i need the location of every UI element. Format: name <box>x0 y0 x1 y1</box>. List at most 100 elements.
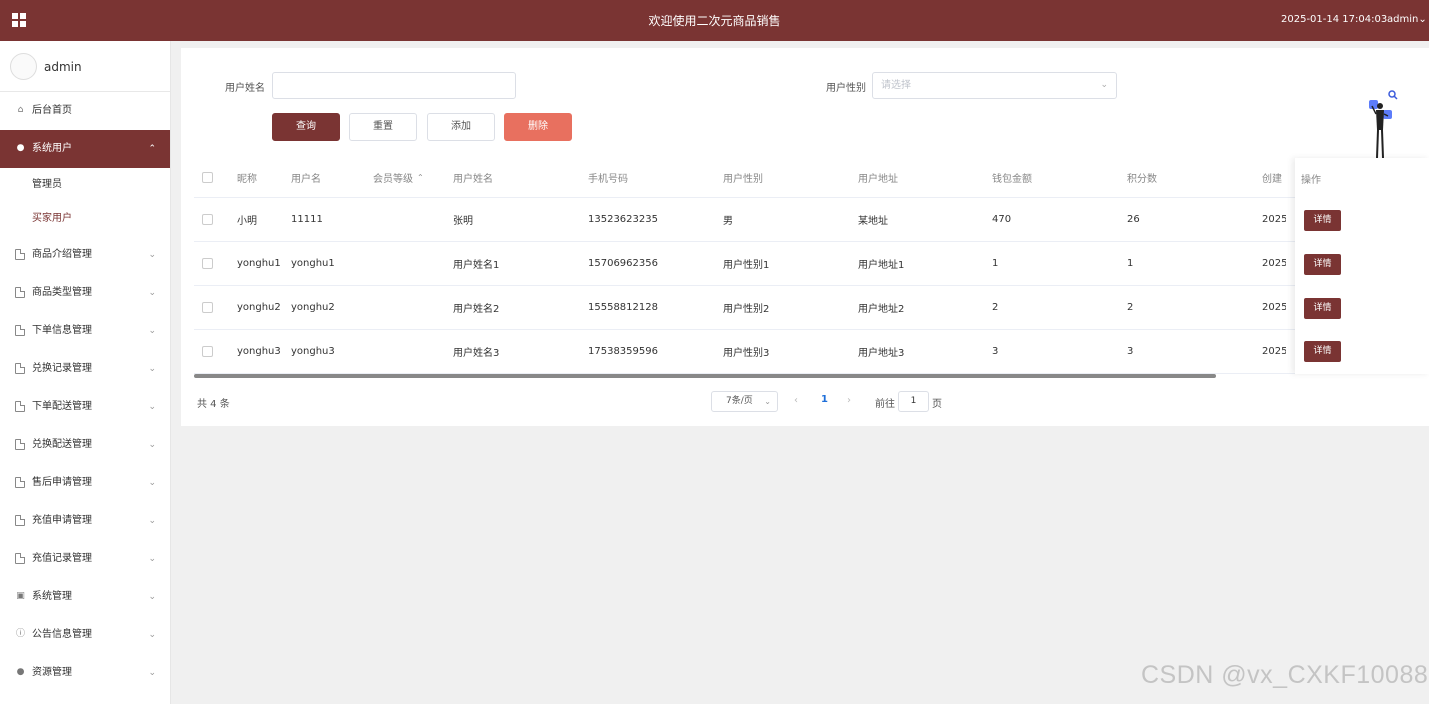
col-points: 积分数 <box>1127 174 1157 185</box>
name-search-label: 用户姓名 <box>225 83 265 94</box>
goto-suffix: 页 <box>932 399 942 410</box>
sidebar-profile: admin <box>0 41 170 92</box>
sidebar-item-label: 商品介绍管理 <box>32 249 92 260</box>
search-illustration-icon <box>1369 90 1398 159</box>
sidebar-item-order-delivery[interactable]: 下单配送管理 ⌄ <box>0 388 170 426</box>
row-checkbox[interactable] <box>202 242 213 285</box>
cell-address: 某地址 <box>858 216 888 227</box>
sidebar-item-home[interactable]: ⌂ 后台首页 <box>0 92 170 130</box>
col-username: 用户名 <box>291 174 321 185</box>
detail-button[interactable]: 详情 <box>1304 341 1341 362</box>
sidebar-subitem-buyer-users[interactable]: 买家用户 <box>0 202 170 236</box>
sidebar-item-system-users[interactable]: ● 系统用户 ⌃ <box>0 130 170 168</box>
cell-points: 1 <box>1127 258 1134 269</box>
reset-button[interactable]: 重置 <box>349 113 417 141</box>
chevron-down-icon: ⌄ <box>148 440 156 450</box>
cell-points: 2 <box>1127 302 1134 313</box>
chevron-down-icon: ⌄ <box>1100 80 1108 90</box>
chevron-down-icon: ⌄ <box>148 478 156 488</box>
delete-button[interactable]: 删除 <box>504 113 572 141</box>
table-row: yonghu3 yonghu3 用户姓名3 17538359596 用户性别3 … <box>194 330 1429 374</box>
user-name: admin <box>1387 14 1419 25</box>
row-checkbox[interactable] <box>202 330 213 373</box>
detail-button[interactable]: 详情 <box>1304 298 1341 319</box>
sidebar-item-exchange-record[interactable]: 兑换记录管理 ⌄ <box>0 350 170 388</box>
page-number[interactable]: 1 <box>821 394 828 405</box>
chevron-down-icon: ⌄ <box>148 364 156 374</box>
document-icon <box>15 325 25 336</box>
query-button[interactable]: 查询 <box>272 113 340 141</box>
cell-username: 11111 <box>291 214 323 225</box>
total-count: 共 4 条 <box>197 399 230 410</box>
cell-phone: 13523623235 <box>588 214 658 225</box>
sidebar-item-product-type[interactable]: 商品类型管理 ⌄ <box>0 274 170 312</box>
cell-nickname: yonghu1 <box>237 258 281 269</box>
cell-nickname: 小明 <box>237 216 257 227</box>
top-bar: 欢迎使用二次元商品销售 2025-01-14 17:04:03 admin⌄ <box>0 0 1429 41</box>
page-size-value: 7条/页 <box>726 396 753 406</box>
name-search-input[interactable] <box>272 72 516 99</box>
cell-created: 2025 <box>1262 214 1286 225</box>
chevron-down-icon: ⌄ <box>148 250 156 260</box>
document-icon <box>15 515 25 526</box>
cell-username: yonghu1 <box>291 258 335 269</box>
row-checkbox[interactable] <box>202 198 213 241</box>
info-icon: ⓘ <box>15 629 25 639</box>
document-icon <box>15 439 25 450</box>
col-phone: 手机号码 <box>588 174 628 185</box>
sidebar-item-recharge-record[interactable]: 充值记录管理 ⌄ <box>0 540 170 578</box>
sidebar-item-announcements[interactable]: ⓘ 公告信息管理 ⌄ <box>0 616 170 654</box>
next-page-icon[interactable]: › <box>847 395 851 406</box>
select-all-checkbox[interactable] <box>202 158 213 197</box>
detail-button[interactable]: 详情 <box>1304 254 1341 275</box>
sidebar-item-label: 公告信息管理 <box>32 629 92 640</box>
user-icon: ● <box>16 143 25 153</box>
row-checkbox[interactable] <box>202 286 213 329</box>
add-button[interactable]: 添加 <box>427 113 495 141</box>
sidebar-item-label: 充值记录管理 <box>32 553 92 564</box>
chevron-down-icon: ⌄ <box>148 554 156 564</box>
goto-page-input[interactable]: 1 <box>898 391 929 412</box>
sidebar-item-label: 系统用户 <box>32 143 72 154</box>
sidebar-item-after-sales[interactable]: 售后申请管理 ⌄ <box>0 464 170 502</box>
cell-phone: 15706962356 <box>588 258 658 269</box>
col-created: 创建 <box>1262 174 1282 185</box>
col-member-level[interactable]: 会员等级 ⌃ <box>373 158 424 197</box>
chevron-down-icon: ⌄ <box>148 402 156 412</box>
chevron-up-icon: ⌃ <box>148 144 156 154</box>
cell-created: 2025 <box>1262 346 1286 357</box>
cell-wallet: 1 <box>992 258 999 269</box>
document-icon <box>15 363 25 374</box>
document-icon <box>15 477 25 488</box>
sidebar-item-system-management[interactable]: ▣ 系统管理 ⌄ <box>0 578 170 616</box>
user-menu[interactable]: admin⌄ <box>1387 14 1427 25</box>
sidebar-item-exchange-delivery[interactable]: 兑换配送管理 ⌄ <box>0 426 170 464</box>
cell-nickname: yonghu3 <box>237 346 281 357</box>
cell-wallet: 3 <box>992 346 999 357</box>
col-wallet: 钱包金额 <box>992 174 1032 185</box>
prev-page-icon[interactable]: ‹ <box>794 395 798 406</box>
sidebar-item-recharge-request[interactable]: 充值申请管理 ⌄ <box>0 502 170 540</box>
detail-button[interactable]: 详情 <box>1304 210 1341 231</box>
bulb-icon: ● <box>16 667 25 677</box>
cell-gender: 男 <box>723 216 733 227</box>
cell-created: 2025 <box>1262 302 1286 313</box>
chevron-down-icon: ⌄ <box>764 397 771 406</box>
sidebar-item-label: 后台首页 <box>32 105 72 116</box>
page-size-select[interactable]: 7条/页 ⌄ <box>711 391 778 412</box>
horizontal-scrollbar[interactable] <box>194 374 1216 378</box>
picture-icon: ▣ <box>16 591 25 601</box>
sidebar-item-resources[interactable]: ● 资源管理 ⌄ <box>0 654 170 692</box>
col-real-name: 用户姓名 <box>453 174 493 185</box>
cell-address: 用户地址2 <box>858 304 905 315</box>
cell-gender: 用户性别1 <box>723 260 770 271</box>
sidebar-item-product-intro[interactable]: 商品介绍管理 ⌄ <box>0 236 170 274</box>
sidebar-item-label: 售后申请管理 <box>32 477 92 488</box>
sidebar-item-label: 商品类型管理 <box>32 287 92 298</box>
gender-select[interactable]: 请选择 ⌄ <box>872 72 1117 99</box>
cell-wallet: 2 <box>992 302 999 313</box>
sidebar-item-order-info[interactable]: 下单信息管理 ⌄ <box>0 312 170 350</box>
cell-real-name: 用户姓名1 <box>453 260 500 271</box>
sidebar-subitem-admin[interactable]: 管理员 <box>0 168 170 202</box>
col-actions: 操作 <box>1301 174 1321 186</box>
